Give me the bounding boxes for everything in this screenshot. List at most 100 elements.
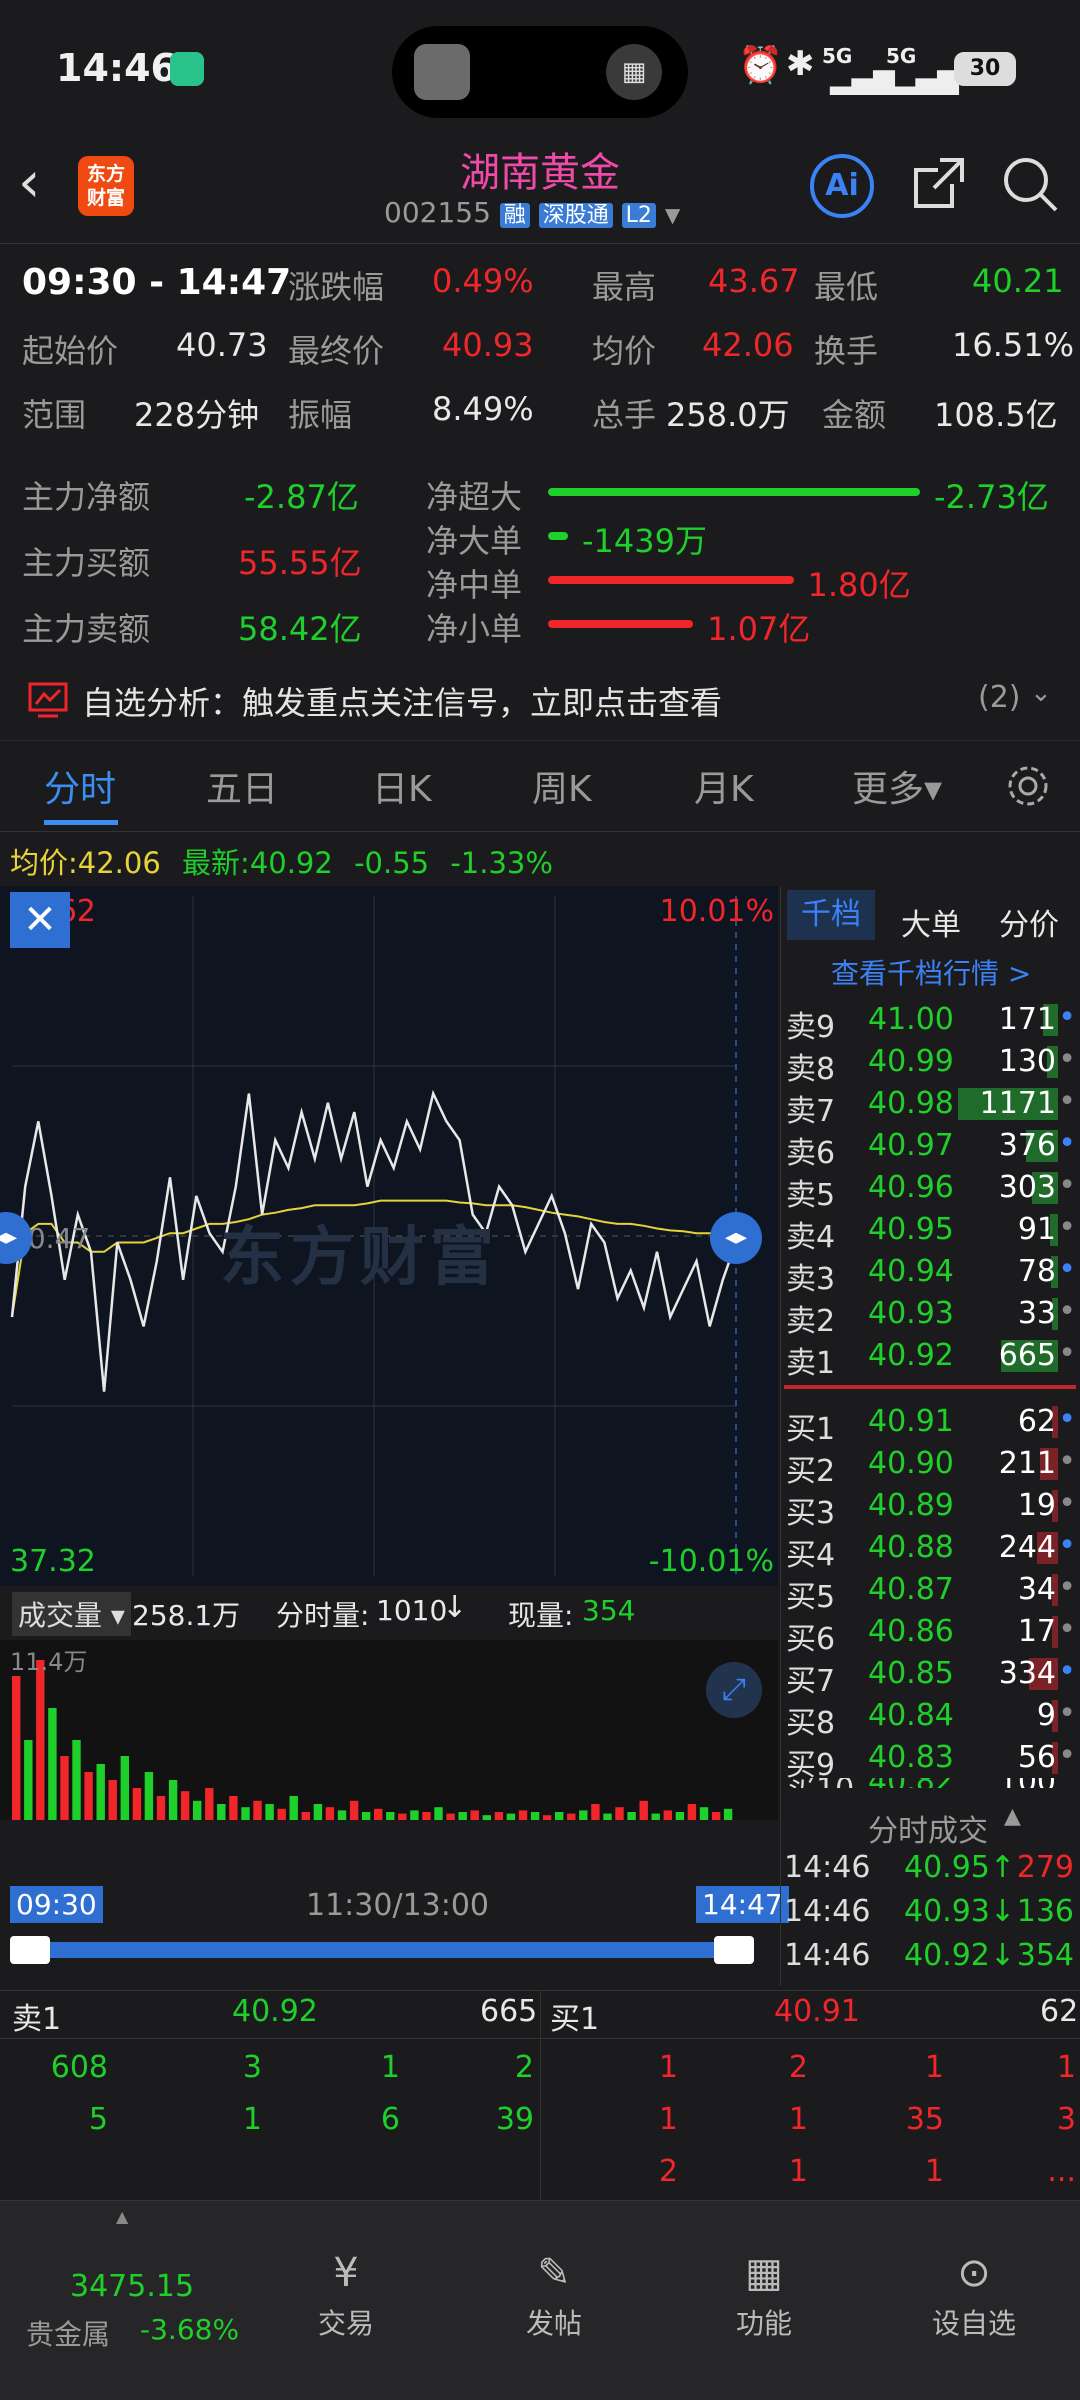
bid-row[interactable]: 买3 40.89 19 • — [782, 1484, 1080, 1531]
open-label: 起始价 — [22, 332, 119, 370]
index-value[interactable]: 3475.15 — [70, 2269, 194, 2304]
app-notify-icon — [170, 52, 204, 86]
ask-row[interactable]: 卖9 41.00 171 • — [782, 998, 1080, 1045]
volume-bar — [12, 1676, 21, 1820]
dot-icon: • — [1058, 1126, 1076, 1161]
nav-trade[interactable]: ¥ 交易 — [246, 2250, 446, 2342]
chevron-down-icon: ⌄ — [1030, 678, 1052, 708]
tab-level-book[interactable]: 千档 — [787, 890, 875, 940]
tab-price-dist[interactable]: 分价 — [999, 900, 1059, 944]
view-levels-link[interactable]: 查看千档行情 > — [831, 952, 1031, 992]
volume-bar — [301, 1812, 310, 1820]
bid-row[interactable]: 买5 40.87 34 • — [782, 1568, 1080, 1615]
bid-row[interactable]: 买9 40.83 56 • — [782, 1736, 1080, 1783]
slider-handle-left[interactable] — [10, 1936, 50, 1964]
bid-row[interactable]: 买2 40.90 211 • — [782, 1442, 1080, 1489]
ai-button[interactable]: Ai — [810, 154, 874, 218]
status-bar: 14:46 ▦ ⏰ ✱ 5G ▂▄▆ 5G ▂▄▆ 30 — [0, 0, 1080, 140]
close-label: 最终价 — [288, 332, 385, 370]
yen-icon: ¥ — [333, 2250, 359, 2296]
tab-weekly-k[interactable]: 周K — [532, 760, 592, 812]
divider — [0, 2038, 1080, 2039]
ask-price: 40.95 — [868, 1212, 954, 1247]
ask-volume: 91 — [1017, 1212, 1056, 1247]
ask-row[interactable]: 卖2 40.93 33 • — [782, 1292, 1080, 1339]
volume-bar — [205, 1788, 214, 1820]
queue-buy-cell: 1 — [924, 2050, 944, 2085]
nav-add-watchlist[interactable]: ⊙ 设自选 — [874, 2250, 1074, 2342]
gear-icon[interactable] — [1004, 762, 1052, 810]
volume-bar — [434, 1807, 443, 1820]
dot-icon: • — [1058, 1486, 1076, 1521]
search-icon[interactable] — [1000, 154, 1060, 214]
volume-bar — [120, 1756, 129, 1820]
change-value: 0.49% — [432, 262, 534, 300]
ask-row[interactable]: 卖4 40.95 91 • — [782, 1208, 1080, 1255]
bid-volume: 244 — [998, 1530, 1056, 1565]
ask-row[interactable]: 卖5 40.96 303 • — [782, 1166, 1080, 1213]
bid-row[interactable]: 买8 40.84 9 • — [782, 1694, 1080, 1741]
expand-icon[interactable]: ⤢ — [706, 1662, 762, 1718]
tab-intraday[interactable]: 分时 — [44, 760, 116, 812]
back-icon[interactable]: ‹ — [18, 150, 40, 215]
volume-panel: 成交量 ▾ 258.1万 分时量: 1010 ↓ 现量: 354 11.4万 ⤢ — [0, 1586, 778, 1886]
stock-code-line[interactable]: 002155 融 深股通 L2 ▼ — [384, 196, 680, 229]
dot-icon: • — [1058, 1738, 1076, 1773]
time-range-slider[interactable] — [10, 1942, 740, 1958]
ask-row[interactable]: 卖3 40.94 78 • — [782, 1250, 1080, 1297]
tab-five-day[interactable]: 五日 — [206, 760, 278, 812]
volume-bar — [615, 1807, 624, 1820]
avg-price-label: 均价: — [10, 846, 78, 880]
change-label: 涨跌幅 — [288, 268, 385, 306]
bid-volume: 17 — [1017, 1614, 1056, 1649]
volume-bar — [518, 1810, 528, 1820]
volume-bar — [458, 1812, 467, 1820]
queue-buy-cell: 1 — [658, 2102, 678, 2137]
dot-icon: • — [1058, 1612, 1076, 1647]
nav-post[interactable]: ✎ 发帖 — [454, 2250, 654, 2342]
drag-handle-right-icon[interactable]: ◂▸ — [710, 1212, 762, 1264]
close-icon[interactable]: ✕ — [10, 892, 70, 948]
tab-monthly-k[interactable]: 月K — [694, 760, 754, 812]
bid-row[interactable]: 买4 40.88 244 • — [782, 1526, 1080, 1573]
tick-volume: 279 — [1016, 1850, 1074, 1885]
turnover-value: 16.51% — [952, 326, 1075, 364]
ask-row[interactable]: 卖7 40.98 1171 • — [782, 1082, 1080, 1129]
bid-price: 40.86 — [868, 1614, 954, 1649]
bid-row[interactable]: 买6 40.86 17 • — [782, 1610, 1080, 1657]
bid-price: 40.89 — [868, 1488, 954, 1523]
volume-selector[interactable]: 成交量 ▾ — [12, 1592, 131, 1636]
tab-more[interactable]: 更多▾ — [852, 760, 942, 812]
order-queue: 卖1 40.92 665 买1 40.91 62 608 3 1 2 5 1 6 39 1 2 1 1… — [0, 1990, 1080, 2200]
bid-row[interactable]: 买7 40.85 334 • — [782, 1652, 1080, 1699]
time-end: 14:47 — [696, 1886, 789, 1923]
volume-bar — [723, 1808, 733, 1820]
close-value: 40.93 — [442, 326, 534, 364]
price-change-pct: -1.33% — [450, 846, 553, 880]
queue-buy-cell: 35 — [905, 2102, 944, 2137]
spread-divider — [784, 1385, 1076, 1389]
queue-sell-price: 40.92 — [232, 1994, 318, 2029]
tab-big-order[interactable]: 大单 — [901, 900, 961, 944]
ask-row[interactable]: 卖6 40.97 376 • — [782, 1124, 1080, 1171]
low-label: 最低 — [814, 268, 879, 306]
chevron-up-icon: ▲ — [1004, 1804, 1021, 1829]
bid-row[interactable]: 买1 40.91 62 • — [782, 1400, 1080, 1447]
intraday-chart[interactable]: 44.62 10.01% 40.47 37.32 -10.01% 东方财富 ✕ … — [0, 886, 778, 1586]
slider-handle-right[interactable] — [714, 1936, 754, 1964]
volume-bar — [277, 1808, 286, 1820]
ticks-header[interactable]: 分时成交 ▲ — [782, 1788, 1080, 1849]
analysis-banner[interactable]: 自选分析：触发重点关注信号，立即点击查看 (2) ⌄ — [0, 672, 1080, 728]
volume-bar — [506, 1813, 516, 1820]
volume-bar — [36, 1660, 45, 1820]
nav-functions[interactable]: ▦ 功能 — [664, 2250, 864, 2342]
ask-volume: 33 — [1017, 1296, 1056, 1331]
share-icon[interactable] — [908, 154, 968, 214]
ask-price: 40.99 — [868, 1044, 954, 1079]
last-price-value: 40.92 — [249, 846, 333, 880]
tab-daily-k[interactable]: 日K — [372, 760, 432, 812]
ask-row[interactable]: 卖1 40.92 665 • — [782, 1334, 1080, 1381]
avg-value: 42.06 — [702, 326, 794, 364]
price-change: -0.55 — [354, 846, 430, 880]
ask-row[interactable]: 卖8 40.99 130 • — [782, 1040, 1080, 1087]
